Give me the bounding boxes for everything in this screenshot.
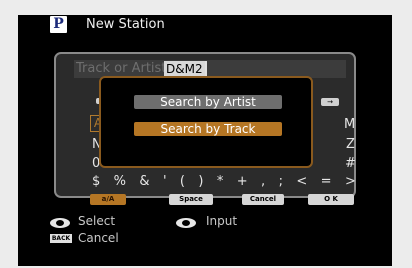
search-by-artist-option[interactable]: Search by Artist xyxy=(134,95,282,109)
key[interactable]: > xyxy=(345,174,356,189)
select-label: Select xyxy=(78,214,116,228)
key[interactable]: % xyxy=(114,174,126,189)
key[interactable]: # xyxy=(345,156,356,171)
key[interactable]: ' xyxy=(163,174,167,189)
cursor-button-icon xyxy=(176,218,196,228)
enter-button-icon xyxy=(50,218,70,228)
key[interactable]: & xyxy=(139,174,149,189)
key[interactable]: < xyxy=(296,174,307,189)
search-placeholder: Track or Artist xyxy=(76,61,167,76)
key[interactable]: ; xyxy=(279,174,283,189)
key[interactable]: ) xyxy=(198,174,203,189)
key[interactable]: * xyxy=(217,174,224,189)
ok-button[interactable]: O K xyxy=(308,194,354,205)
key[interactable]: + xyxy=(237,174,248,189)
pandora-icon: P xyxy=(50,16,67,33)
key[interactable]: M xyxy=(344,117,355,132)
text-cursor xyxy=(205,61,207,77)
search-type-menu: Search by Artist Search by Track xyxy=(99,76,313,168)
key[interactable]: Z xyxy=(346,137,355,152)
search-value: D&M2 xyxy=(164,61,205,77)
key[interactable]: $ xyxy=(92,174,100,189)
input-label: Input xyxy=(206,214,238,228)
case-toggle-button[interactable]: a/A xyxy=(90,194,126,205)
symbol-row: $ % & ' ( ) * + , ; < = > xyxy=(92,174,356,189)
space-button[interactable]: Space xyxy=(169,194,213,205)
search-by-track-option[interactable]: Search by Track xyxy=(134,122,282,136)
cancel-label: Cancel xyxy=(78,231,119,245)
key[interactable]: = xyxy=(321,174,332,189)
key[interactable]: ( xyxy=(180,174,185,189)
cancel-button[interactable]: Cancel xyxy=(242,194,284,205)
cursor-right-key[interactable]: → xyxy=(321,98,339,106)
key[interactable]: , xyxy=(261,174,265,189)
page-title: New Station xyxy=(86,17,165,32)
back-key-icon: BACK xyxy=(50,234,72,243)
